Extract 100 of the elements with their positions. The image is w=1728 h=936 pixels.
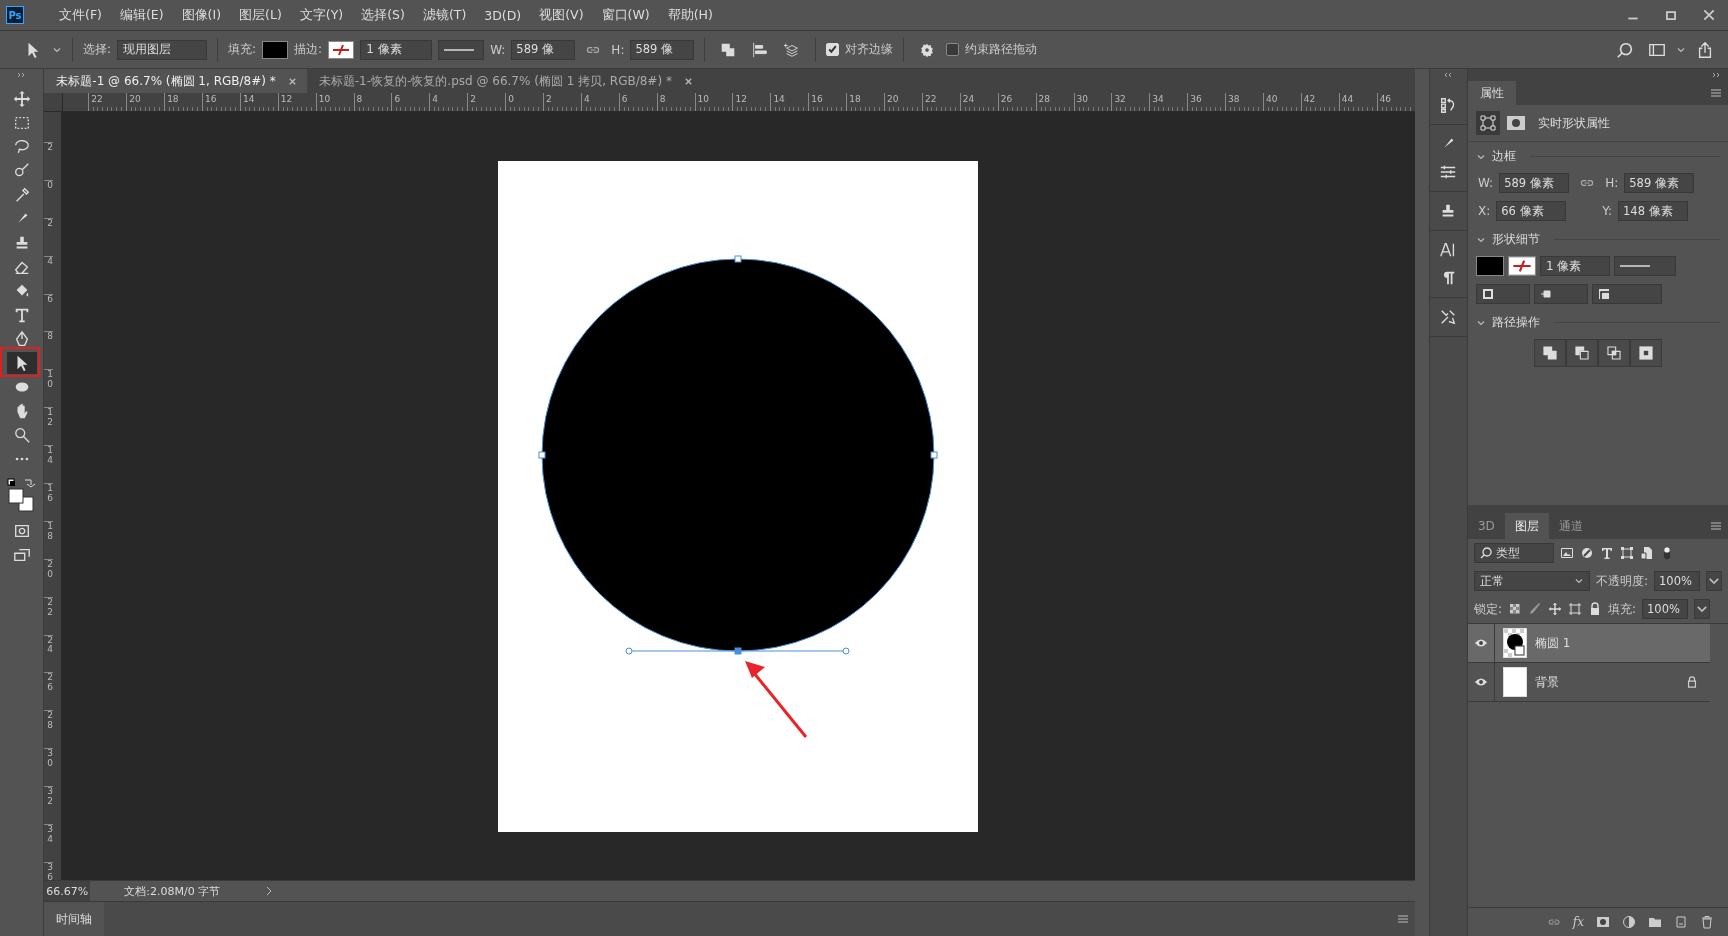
fill-field[interactable]: 100% (1642, 599, 1689, 619)
menu-item[interactable]: 图层(L) (230, 6, 291, 24)
panel-tab[interactable]: 图层 (1504, 513, 1549, 539)
filter-dropdown[interactable]: 类型 (1473, 543, 1554, 563)
menu-item[interactable]: 图像(I) (172, 6, 231, 24)
menu-item[interactable]: 窗口(W) (592, 6, 659, 24)
opacity-field[interactable]: 100% (1654, 571, 1700, 591)
stroke-width-dropdown[interactable]: 1 像素 (1539, 256, 1610, 276)
share-icon[interactable] (1696, 40, 1714, 59)
line-cap-dropdown[interactable] (1533, 284, 1588, 304)
collapse-icon[interactable] (1443, 72, 1454, 78)
menu-item[interactable]: 视图(V) (530, 6, 593, 24)
document-tab[interactable]: 未标题-1 @ 66.7% (椭圆 1, RGB/8#) * (44, 69, 307, 93)
width-field[interactable]: 589 像素 (1499, 173, 1570, 193)
screen-mode-icon[interactable] (12, 546, 31, 564)
lock-icon[interactable] (1588, 602, 1602, 616)
tool-button[interactable] (6, 352, 37, 374)
width-label: W: (490, 42, 506, 57)
sliders-icon[interactable] (1439, 163, 1458, 181)
ruler-label: 26 (44, 672, 54, 711)
width-field[interactable]: 589 像 (511, 39, 576, 60)
exclude-overlap-icon[interactable] (1629, 339, 1662, 367)
stroke-swatch[interactable] (1507, 256, 1536, 276)
zoom-field[interactable]: 66.67% (44, 881, 91, 901)
app-logo[interactable]: Ps (6, 6, 24, 24)
new-layer-icon[interactable] (1674, 915, 1688, 929)
stroke-swatch[interactable] (328, 40, 355, 59)
close-icon[interactable] (287, 76, 297, 86)
mask-icon[interactable] (1505, 113, 1526, 133)
menu-icon[interactable] (1710, 521, 1722, 531)
mask-icon[interactable] (1596, 915, 1610, 929)
color-swatches-icon[interactable] (6, 478, 37, 512)
intersect-shapes-icon[interactable] (1597, 339, 1630, 367)
panel-tab[interactable]: 3D (1467, 513, 1505, 539)
chevron-icon[interactable] (1694, 599, 1711, 619)
tools-icon[interactable] (1439, 308, 1458, 326)
stroke-align-dropdown[interactable] (1475, 284, 1530, 304)
combine-shapes-icon[interactable] (1533, 339, 1566, 367)
fill-swatch[interactable] (1475, 256, 1504, 276)
layer-thumbnail (1502, 667, 1527, 697)
lock-icon[interactable] (1686, 676, 1698, 688)
chevron-icon[interactable] (1706, 571, 1722, 591)
fill-swatch[interactable] (262, 40, 289, 59)
artboard-icon[interactable] (1568, 602, 1582, 616)
layer-thumbnail (1502, 628, 1527, 658)
lock-transparency-icon[interactable] (1508, 602, 1522, 616)
align-icon[interactable] (751, 40, 770, 59)
stroke-width-dropdown[interactable]: 1 像素 (360, 39, 433, 60)
stroke-style-dropdown[interactable] (438, 39, 485, 60)
constrain-checkbox[interactable] (946, 43, 960, 56)
marquee-icon (12, 114, 31, 132)
align-edges-checkbox[interactable] (826, 43, 840, 56)
move-icon (12, 90, 31, 108)
fill-label: 填充: (228, 41, 257, 58)
type-filter-icon[interactable] (1599, 546, 1614, 560)
layer-row[interactable]: 背景 (1467, 663, 1710, 702)
y-field[interactable]: 148 像素 (1618, 201, 1688, 221)
menu-item[interactable]: 选择(S) (352, 6, 414, 24)
menu-item[interactable]: 帮助(H) (658, 6, 722, 24)
document-info[interactable]: 文档:2.08M/0 字节 (124, 883, 265, 899)
x-field[interactable]: 66 像素 (1496, 201, 1567, 221)
subtract-shape-icon[interactable] (1565, 339, 1598, 367)
smart-object-filter-icon[interactable] (1639, 546, 1654, 560)
height-field[interactable]: 589 像 (630, 39, 695, 60)
eye-icon[interactable] (1473, 677, 1488, 687)
search-icon[interactable] (1616, 40, 1634, 59)
menu-item[interactable]: 滤镜(T) (413, 6, 476, 24)
collapse-icon[interactable] (16, 72, 27, 78)
quick-mask-icon[interactable] (12, 522, 31, 540)
menu-item[interactable]: 文件(F) (50, 6, 111, 24)
timeline-tab[interactable]: 时间轴 (44, 902, 105, 936)
height-field[interactable]: 589 像素 (1624, 173, 1695, 193)
brush-icon[interactable] (1528, 602, 1542, 616)
close-icon[interactable] (683, 76, 693, 86)
ruler-label: 18 (44, 520, 54, 559)
menu-icon[interactable] (1710, 88, 1722, 98)
menu-item[interactable]: 3D(D) (475, 7, 531, 23)
folder-icon[interactable] (1648, 915, 1662, 929)
section-title: 边框 (1491, 148, 1516, 165)
document-tab[interactable]: 未标题-1-恢复的-恢复的.psd @ 66.7% (椭圆 1 拷贝, RGB/8#) * (306, 69, 703, 93)
collapse-icon[interactable] (1712, 72, 1722, 78)
shape-filter-icon[interactable] (1619, 546, 1634, 560)
select-dropdown[interactable]: 现用图层 (117, 39, 208, 60)
layer-row[interactable]: 椭圆 1 (1467, 624, 1710, 663)
line-join-dropdown[interactable] (1591, 284, 1662, 304)
stroke-style-dropdown[interactable] (1613, 256, 1676, 276)
menu-item[interactable]: 文字(Y) (290, 6, 353, 24)
properties-tab[interactable]: 属性 (1467, 81, 1516, 105)
blend-mode-dropdown[interactable]: 正常 (1473, 571, 1590, 591)
move-icon[interactable] (1548, 602, 1562, 616)
adjustment-icon[interactable] (1622, 915, 1636, 929)
menu-item[interactable]: 编辑(E) (110, 6, 173, 24)
trash-icon[interactable] (1700, 915, 1714, 929)
image-filter-icon[interactable] (1559, 546, 1574, 560)
adjustment-filter-icon[interactable] (1579, 546, 1594, 560)
effects-button[interactable]: fx (1572, 915, 1584, 929)
bounding-box-icon[interactable] (1475, 111, 1500, 135)
lock-label: 锁定: (1473, 600, 1502, 618)
eye-icon[interactable] (1473, 638, 1488, 648)
panel-tab[interactable]: 通道 (1548, 513, 1593, 539)
